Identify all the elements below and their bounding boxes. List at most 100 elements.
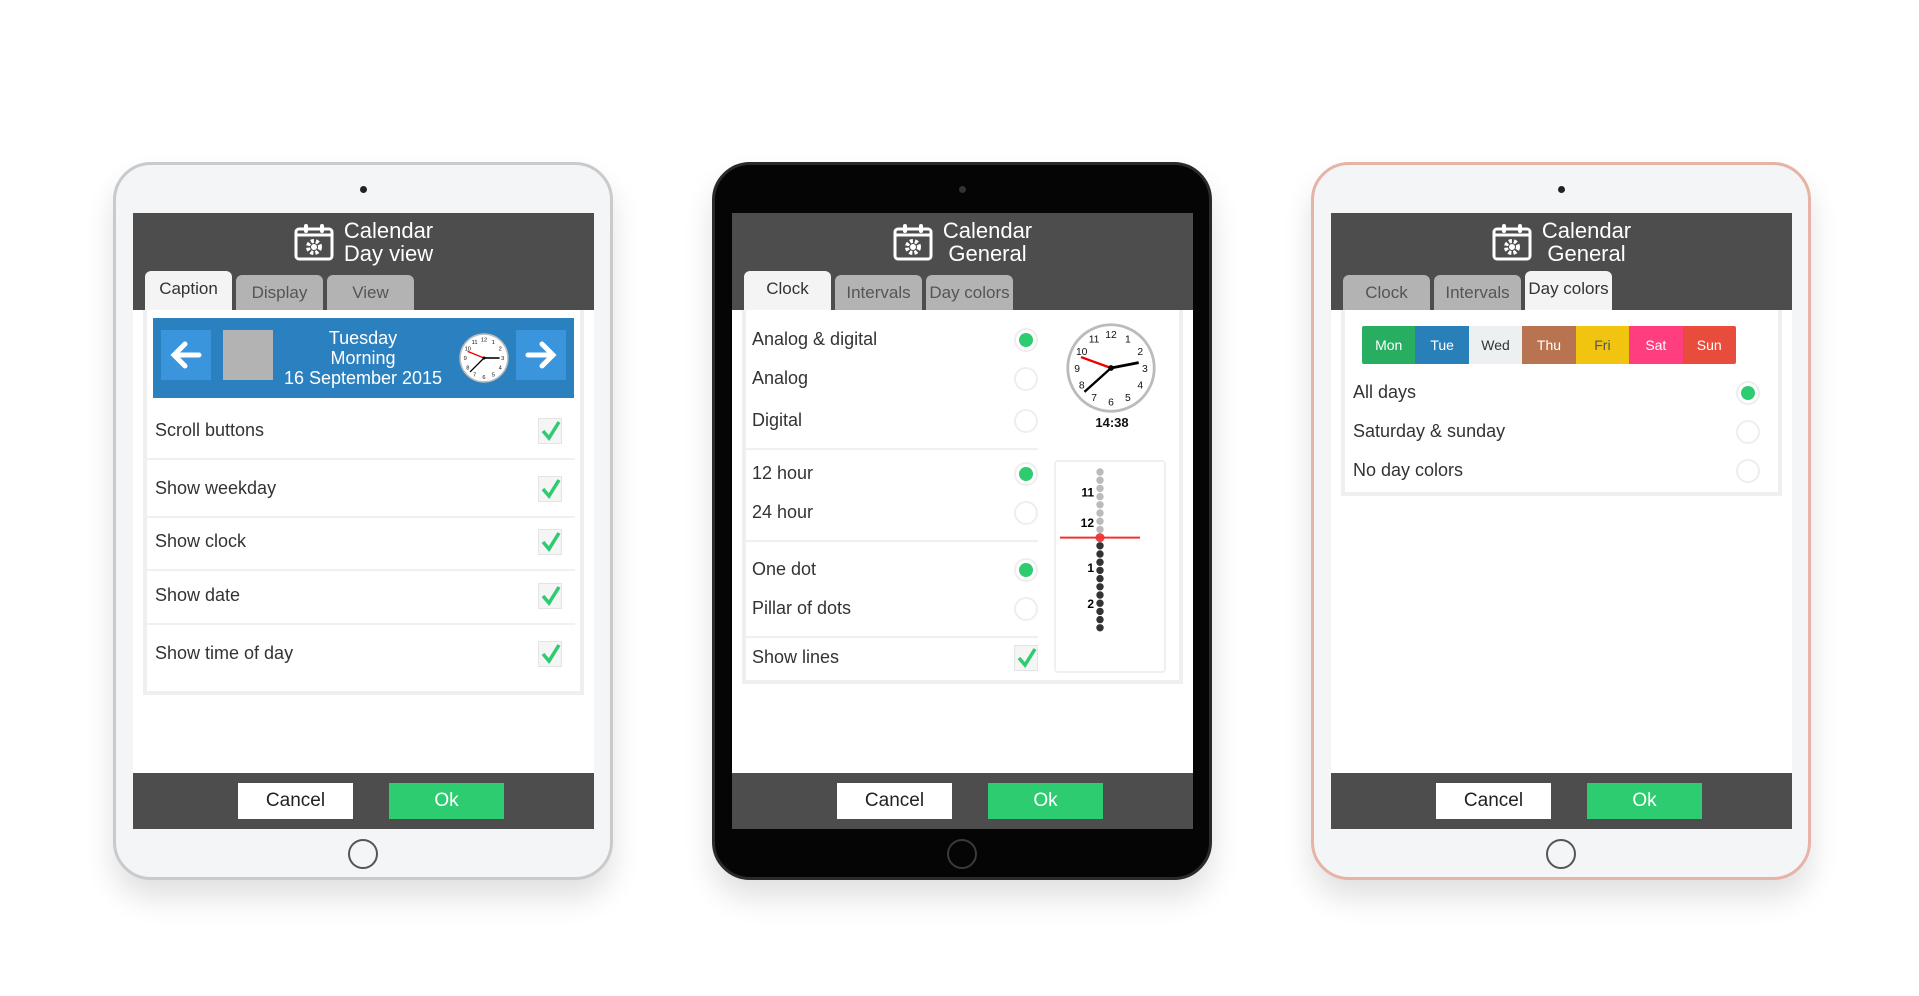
header: Calendar General Clock Intervals Day colo… (732, 213, 1193, 310)
camera-dot (959, 186, 966, 193)
checkbox[interactable] (538, 476, 562, 502)
time-dot (1096, 492, 1104, 501)
camera-dot (360, 186, 367, 193)
tab-intervals[interactable]: Intervals (1434, 275, 1521, 310)
analog-clock-preview: 12 1234567891011 (1066, 323, 1156, 413)
time-dot (1096, 566, 1104, 575)
tab-day-colors[interactable]: Day colors (1525, 271, 1612, 310)
time-dot (1096, 624, 1104, 632)
tab-caption[interactable]: Caption (145, 271, 232, 310)
tab-clock[interactable]: Clock (744, 271, 831, 310)
caption-preview: Tuesday Morning 16 September 2015 12 1 2 3 4 5 6… (153, 318, 574, 398)
tab-view[interactable]: View (327, 275, 414, 310)
radio-button[interactable] (1014, 558, 1038, 582)
clock-number: 12 (481, 337, 487, 343)
time-dot (1096, 550, 1104, 558)
time-of-day: Morning (330, 348, 396, 368)
radio-button[interactable] (1014, 367, 1038, 391)
footer: Cancel Ok (1331, 773, 1792, 829)
clock-center (1108, 365, 1114, 371)
checkmark-icon (541, 479, 561, 499)
calendar-settings-icon (294, 224, 334, 261)
weekday: Tuesday (328, 328, 398, 348)
time-dot (1096, 484, 1104, 493)
tablet-general-day-colors: Calendar General Clock Intervals Day colo… (1311, 162, 1811, 880)
clock-number: 6 (482, 375, 485, 381)
clock-number: 5 (1125, 393, 1131, 404)
setting-label: No day colors (1353, 460, 1464, 480)
clock-number: 1 (492, 340, 495, 346)
radio-button[interactable] (1736, 459, 1760, 483)
checkbox[interactable] (538, 529, 562, 555)
radio-button[interactable] (1014, 328, 1038, 352)
tab-display[interactable]: Display (236, 275, 323, 310)
setting-label: One dot (752, 559, 817, 579)
pillar-hour-label: 2 (1087, 597, 1094, 611)
time-dot (1096, 468, 1104, 476)
tab-clock[interactable]: Clock (1343, 275, 1430, 310)
cancel-button[interactable]: Cancel (238, 783, 353, 819)
setting-label: Show clock (155, 531, 247, 551)
home-button[interactable] (348, 839, 378, 869)
setting-label: 12 hour (752, 463, 814, 483)
radio-button[interactable] (1014, 462, 1038, 486)
checkmark-icon (541, 586, 561, 606)
ok-button[interactable]: Ok (1587, 783, 1702, 819)
checkmark-icon (541, 644, 561, 664)
clock-number: 8 (1079, 381, 1085, 392)
divider (147, 623, 575, 625)
time-dot (1096, 615, 1104, 624)
time-dot (1096, 476, 1104, 484)
header: Calendar General Clock Intervals Day colo… (1331, 213, 1792, 310)
setting-label: Scroll buttons (155, 420, 265, 440)
clock-number: 5 (492, 372, 495, 378)
pillar-hour-label: 12 (1081, 516, 1095, 530)
setting-label: Digital (752, 410, 803, 430)
divider (746, 636, 1038, 638)
day-color-tue: Tue (1415, 326, 1469, 364)
tab-day-colors[interactable]: Day colors (926, 275, 1013, 310)
radio-button[interactable] (1736, 381, 1760, 405)
cancel-button[interactable]: Cancel (837, 783, 952, 819)
time-dot (1096, 542, 1104, 550)
clock-number: 3 (1142, 364, 1148, 375)
clock-number: 9 (1074, 364, 1080, 375)
radio-button[interactable] (1736, 420, 1760, 444)
header: Calendar Day view Caption Display View (133, 213, 594, 310)
divider (746, 448, 1038, 450)
day-color-thu: Thu (1522, 326, 1576, 364)
clock-number: 7 (473, 372, 476, 378)
ok-button[interactable]: Ok (389, 783, 504, 819)
ok-button[interactable]: Ok (988, 783, 1103, 819)
checkbox[interactable] (538, 583, 562, 609)
divider (147, 569, 575, 571)
day-color-sun: Sun (1682, 326, 1736, 364)
page-subtitle: General (948, 241, 1027, 266)
clock-number: 7 (1091, 393, 1097, 404)
clock-number: 3 (501, 356, 504, 362)
setting-label: All days (1353, 382, 1417, 402)
calendar-settings-icon (893, 224, 933, 261)
radio-button[interactable] (1014, 597, 1038, 621)
home-button[interactable] (947, 839, 977, 869)
radio-button[interactable] (1014, 501, 1038, 525)
camera-dot (1558, 186, 1565, 193)
checkbox[interactable] (538, 418, 562, 444)
time-dot (1096, 607, 1104, 616)
checkmark-icon (541, 421, 561, 441)
clock-center (482, 356, 486, 360)
footer: Cancel Ok (732, 773, 1193, 829)
screen: Calendar Day view Caption Display View Tu… (133, 213, 594, 829)
setting-label: Analog (752, 368, 809, 388)
tablet-general-clock: Calendar General Clock Intervals Day colo… (712, 162, 1212, 880)
radio-button[interactable] (1014, 409, 1038, 433)
cancel-button[interactable]: Cancel (1436, 783, 1551, 819)
checkbox[interactable] (1014, 645, 1038, 671)
date: 16 September 2015 (283, 368, 443, 388)
clock-number: 4 (1137, 381, 1143, 392)
setting-label: Show date (155, 585, 241, 605)
tab-intervals[interactable]: Intervals (835, 275, 922, 310)
home-button[interactable] (1546, 839, 1576, 869)
calendar-settings-icon (1492, 224, 1532, 261)
checkbox[interactable] (538, 641, 562, 667)
